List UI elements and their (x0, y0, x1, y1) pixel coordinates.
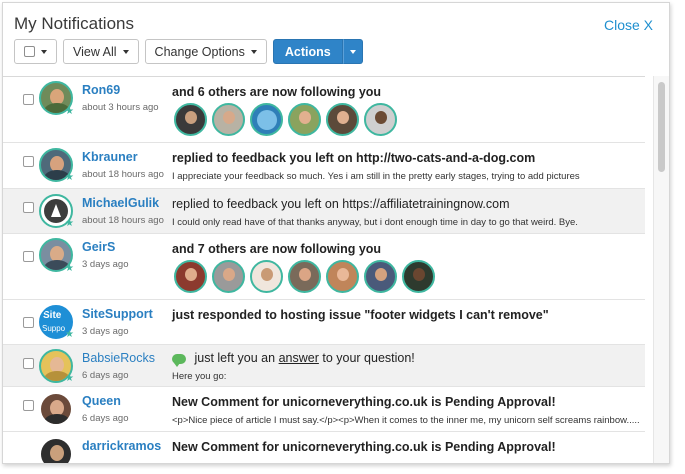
username[interactable]: Kbrauner (82, 150, 138, 164)
avatar[interactable] (174, 103, 207, 136)
notification-text-post: to your question! (322, 351, 415, 365)
scrollbar[interactable] (653, 76, 669, 463)
star-icon: ★ (65, 373, 74, 384)
select-all-dropdown[interactable] (14, 39, 57, 64)
row-checkbox[interactable] (23, 400, 34, 411)
follower-avatars (174, 260, 435, 293)
star-icon: ★ (65, 263, 74, 274)
page-title: My Notifications (14, 14, 134, 33)
row-checkbox[interactable] (23, 202, 34, 213)
star-icon: ★ (65, 172, 74, 183)
avatar[interactable] (174, 260, 207, 293)
star-icon: ★ (65, 329, 74, 340)
avatar[interactable] (364, 260, 397, 293)
username[interactable]: BabsieRocks (82, 351, 155, 365)
avatar[interactable] (212, 103, 245, 136)
list-item[interactable]: ★ BabsieRocks 6 days ago just left you a… (3, 345, 645, 387)
timestamp: about 3 hours ago (82, 102, 159, 113)
timestamp: 3 days ago (82, 326, 129, 337)
avatar[interactable] (39, 437, 73, 463)
username[interactable]: GeirS (82, 240, 115, 254)
username[interactable]: SiteSupport (82, 307, 153, 321)
avatar[interactable] (212, 260, 245, 293)
actions-button[interactable]: Actions (272, 39, 343, 64)
close-button[interactable]: Close X (604, 17, 653, 33)
notification-text: and 7 others are now following you (172, 242, 382, 256)
chevron-down-icon (41, 49, 47, 54)
notification-text: replied to feedback you left on http://t… (172, 151, 536, 165)
avatar-support-text: Suppo (42, 324, 66, 333)
notification-text: New Comment for unicorneverything.co.uk … (172, 440, 556, 454)
notification-list: ★ Ron69 about 3 hours ago and 6 others a… (3, 76, 645, 463)
notification-text-pre: just left you an (194, 351, 276, 365)
avatar[interactable] (250, 260, 283, 293)
answer-link[interactable]: answer (279, 351, 319, 365)
username[interactable]: MichaelGulik (82, 196, 159, 210)
avatar[interactable] (402, 260, 435, 293)
view-all-label: View All (73, 44, 117, 59)
actions-dropdown-toggle[interactable] (342, 39, 363, 64)
avatar[interactable] (39, 392, 73, 426)
row-checkbox[interactable] (23, 94, 34, 105)
row-checkbox[interactable] (23, 358, 34, 369)
list-item[interactable]: ★ GeirS 3 days ago and 7 others are now … (3, 234, 645, 300)
notification-text: just responded to hosting issue "footer … (172, 308, 549, 322)
avatar[interactable] (326, 103, 359, 136)
list-item[interactable]: ★ Ron69 about 3 hours ago and 6 others a… (3, 77, 645, 143)
list-item[interactable]: ★ MichaelGulik about 18 hours ago replie… (3, 189, 645, 234)
row-checkbox[interactable] (23, 251, 34, 262)
notification-detail: I appreciate your feedback so much. Yes … (172, 171, 580, 182)
list-item[interactable]: ★ Kbrauner about 18 hours ago replied to… (3, 143, 645, 189)
timestamp: 6 days ago (82, 413, 129, 424)
notifications-panel: My Notifications Close X View All Change… (2, 2, 670, 464)
timestamp: about 18 hours ago (82, 169, 164, 180)
notification-text: and 6 others are now following you (172, 85, 382, 99)
timestamp: about 18 hours ago (82, 215, 164, 226)
username[interactable]: Queen (82, 394, 121, 408)
notification-detail: I could only read have of that thanks an… (172, 217, 578, 228)
avatar[interactable] (288, 260, 321, 293)
actions-button-group: Actions (272, 39, 363, 65)
timestamp: 6 days ago (82, 370, 129, 381)
scrollbar-thumb[interactable] (658, 82, 665, 172)
avatar[interactable] (250, 103, 283, 136)
panel-header: My Notifications Close X (3, 3, 669, 37)
notification-detail: <p>Nice piece of article I must say.</p>… (172, 415, 640, 426)
timestamp: 3 days ago (82, 259, 129, 270)
notification-text: New Comment for unicorneverything.co.uk … (172, 395, 556, 409)
star-icon: ★ (65, 106, 74, 117)
chevron-down-icon (122, 49, 129, 54)
username[interactable]: Ron69 (82, 83, 120, 97)
toolbar: View All Change Options Actions (14, 39, 363, 65)
avatar[interactable] (364, 103, 397, 136)
notification-detail: Here you go: (172, 371, 227, 382)
avatar[interactable] (326, 260, 359, 293)
follower-avatars (174, 103, 397, 136)
username[interactable]: darrickramos (82, 439, 161, 453)
notification-text: just left you an answer to your question… (172, 351, 415, 367)
notification-text: replied to feedback you left on https://… (172, 197, 510, 211)
change-options-dropdown[interactable]: Change Options (144, 39, 267, 64)
star-icon: ★ (65, 218, 74, 229)
view-all-dropdown[interactable]: View All (63, 39, 139, 64)
row-checkbox[interactable] (23, 156, 34, 167)
chevron-down-icon (349, 49, 356, 54)
avatar[interactable] (288, 103, 321, 136)
change-options-label: Change Options (154, 44, 245, 59)
chevron-down-icon (250, 49, 257, 54)
select-all-checkbox[interactable] (24, 46, 35, 57)
row-checkbox[interactable] (23, 317, 34, 328)
list-item[interactable]: Site Suppo ★ SiteSupport 3 days ago just… (3, 300, 645, 345)
list-item[interactable]: darrickramos New Comment for unicornever… (3, 432, 645, 463)
speech-bubble-icon (172, 353, 186, 367)
list-item[interactable]: Queen 6 days ago New Comment for unicorn… (3, 387, 645, 432)
avatar-site-text: Site (43, 310, 62, 321)
